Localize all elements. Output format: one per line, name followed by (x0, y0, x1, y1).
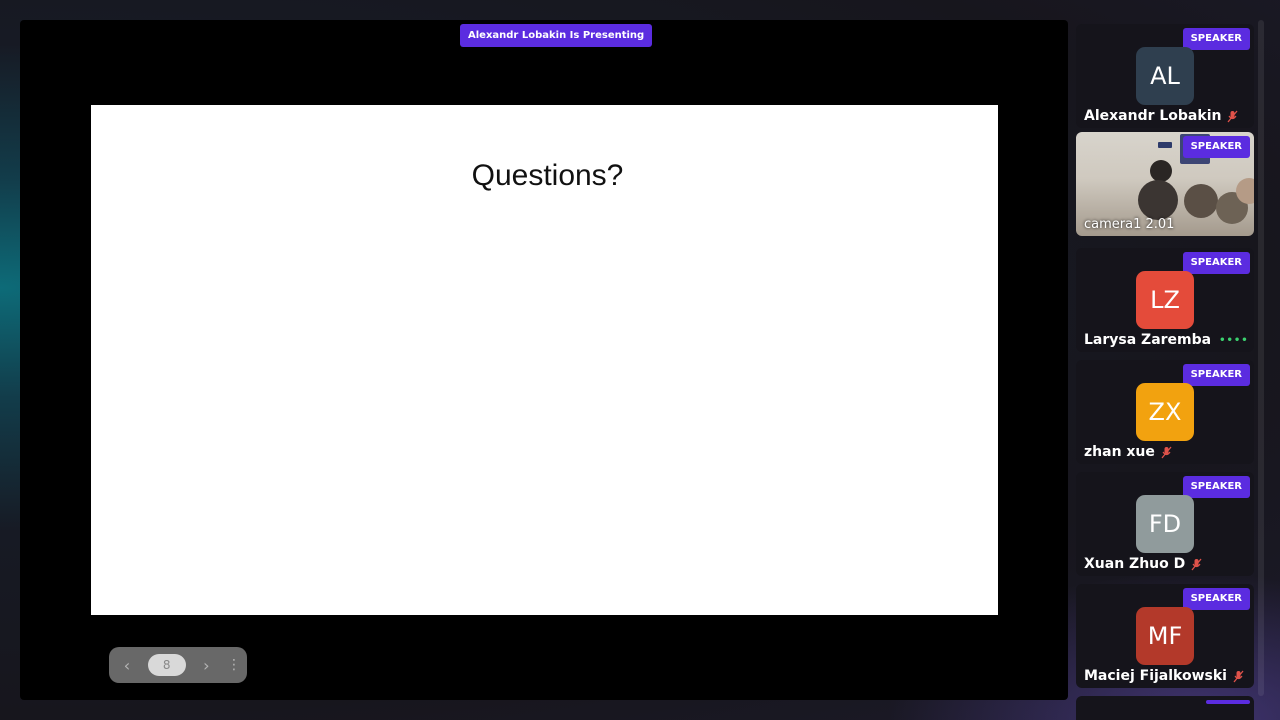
presentation-stage: Alexandr Lobakin Is Presenting Questions… (20, 20, 1068, 700)
participant-name: Xuan Zhuo D (1084, 556, 1186, 572)
participant-tile[interactable]: SPEAKER ZX zhan xue (1076, 360, 1254, 464)
participant-tile[interactable]: SPEAKER FD Xuan Zhuo D (1076, 472, 1254, 576)
chevron-right-icon[interactable]: › (198, 656, 214, 675)
participant-name-row: zhan xue (1084, 444, 1172, 460)
participant-name: Alexandr Lobakin (1084, 108, 1222, 124)
speaker-badge: SPEAKER (1182, 28, 1250, 50)
video-background (1158, 142, 1172, 148)
video-person (1150, 160, 1172, 182)
participant-tile[interactable]: SPEAKER MF Maciej Fijalkowski (1076, 584, 1254, 688)
participant-name-row: Alexandr Lobakin (1084, 108, 1238, 124)
speaker-badge (1206, 700, 1250, 704)
speaker-badge: SPEAKER (1182, 136, 1250, 158)
sidebar-scrollbar[interactable] (1258, 20, 1264, 696)
slide-pager: ‹ 8 › ⋮ (109, 647, 247, 683)
avatar: LZ (1136, 271, 1194, 329)
participant-name: zhan xue (1084, 444, 1155, 460)
participant-name-row: Larysa Zaremba •••• (1084, 332, 1249, 348)
mic-muted-icon (1233, 670, 1244, 683)
participant-tile[interactable] (1076, 696, 1254, 720)
mic-muted-icon (1191, 558, 1202, 571)
video-person (1138, 180, 1178, 220)
speaker-badge: SPEAKER (1182, 252, 1250, 274)
avatar: AL (1136, 47, 1194, 105)
participant-name: camera1 2.01 (1084, 217, 1175, 232)
avatar: ZX (1136, 383, 1194, 441)
speaker-badge: SPEAKER (1182, 476, 1250, 498)
slide: Questions? (91, 105, 998, 615)
participant-name-row: camera1 2.01 (1084, 217, 1174, 232)
presenting-banner: Alexandr Lobakin Is Presenting (460, 24, 653, 47)
page-number[interactable]: 8 (147, 654, 186, 676)
participant-name: Larysa Zaremba (1084, 332, 1212, 348)
participant-tile[interactable]: SPEAKER LZ Larysa Zaremba •••• (1076, 248, 1254, 352)
speaker-badge: SPEAKER (1182, 588, 1250, 610)
chevron-left-icon[interactable]: ‹ (119, 656, 135, 675)
participants-sidebar: SPEAKER AL Alexandr Lobakin SPEAKER came… (1076, 20, 1254, 720)
participant-video-tile[interactable]: SPEAKER camera1 2.01 (1076, 132, 1254, 236)
audio-level-icon: •••• (1219, 334, 1249, 346)
participant-name-row: Xuan Zhuo D (1084, 556, 1202, 572)
participant-name: Maciej Fijalkowski (1084, 668, 1227, 684)
video-person (1184, 184, 1218, 218)
avatar: FD (1136, 495, 1194, 553)
speaker-badge: SPEAKER (1182, 364, 1250, 386)
mic-muted-icon (1161, 446, 1172, 459)
participant-name-row: Maciej Fijalkowski (1084, 668, 1244, 684)
avatar: MF (1136, 607, 1194, 665)
mic-muted-icon (1227, 110, 1238, 123)
slide-title: Questions? (471, 159, 624, 192)
participant-tile[interactable]: SPEAKER AL Alexandr Lobakin (1076, 24, 1254, 128)
more-vertical-icon[interactable]: ⋮ (227, 657, 241, 673)
